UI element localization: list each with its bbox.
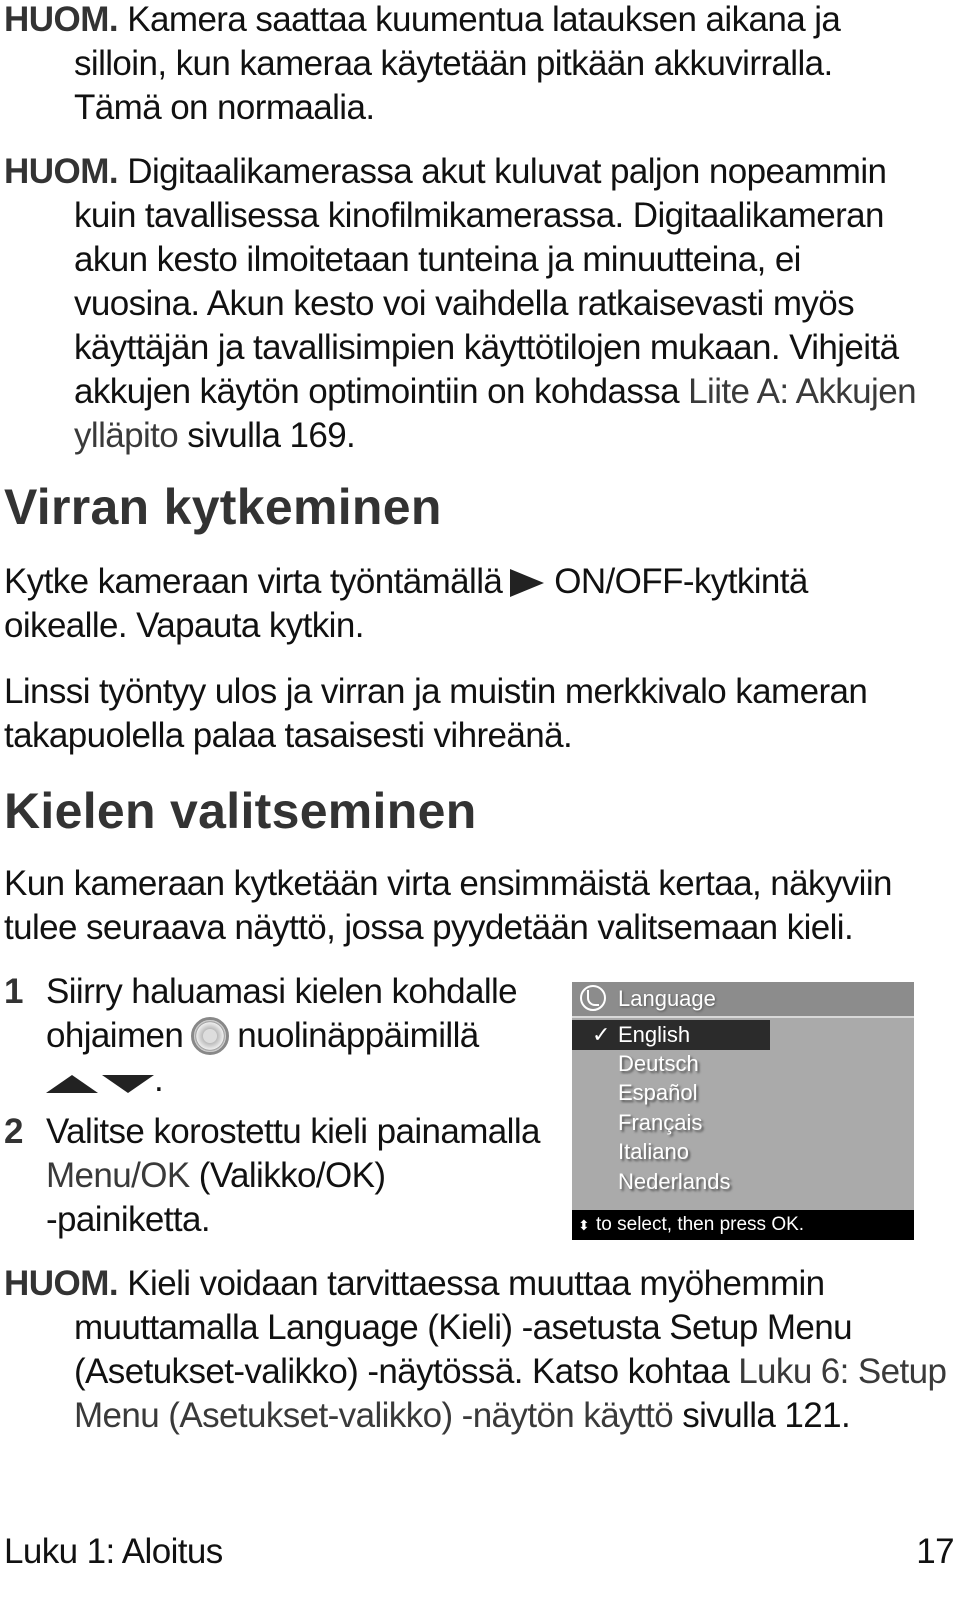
checkmark-icon: ✓: [592, 1022, 611, 1047]
up-arrow-icon: [46, 1074, 98, 1093]
screen-hint-text: to select, then press OK.: [596, 1214, 805, 1235]
arrow-keys: [46, 1060, 154, 1104]
power-switch-icon: [510, 569, 545, 597]
para-line: takapuolella palaa tasaisesti vihreänä.: [4, 716, 573, 755]
screen-hint-bar: ⬍ to select, then press OK.: [572, 1210, 914, 1240]
screen-title-bar: Language: [572, 982, 914, 1018]
note-line: HUOM. Digitaalikamerassa akut kuluvat pa…: [4, 152, 887, 191]
steps-list: 1 Siirry haluamasi kielen kohdalle ohjai…: [4, 970, 564, 1242]
power-paragraph-2: Linssi työntyy ulos ja virran ja muistin…: [4, 670, 954, 758]
note-battery: HUOM. Digitaalikamerassa akut kuluvat pa…: [4, 150, 954, 458]
language-intro: Kun kameraan kytketään virta ensimmäistä…: [4, 862, 954, 950]
step-number: 1: [4, 972, 23, 1011]
note-heat: HUOM. Kamera saattaa kuumentua latauksen…: [4, 0, 954, 130]
step-line: -painiketta.: [46, 1199, 211, 1239]
down-arrow-icon: [102, 1074, 154, 1093]
screen-title: Language: [618, 986, 716, 1011]
note-label: HUOM.: [4, 1264, 119, 1303]
camera-language-screen: Language ✓ English Deutsch Español Franç…: [572, 982, 914, 1240]
note-label: HUOM.: [4, 0, 119, 39]
xref-chapter-6-cont[interactable]: Menu (Asetukset-valikko) -näytön käyttö: [74, 1396, 674, 1435]
note-line: ylläpito sivulla 169.: [74, 416, 356, 455]
note-line: akkujen käytön optimointiin on kohdassa …: [74, 372, 917, 411]
para-line: Kun kameraan kytketään virta ensimmäistä…: [4, 864, 892, 903]
step-line: Valitse korostettu kieli painamalla: [46, 1111, 540, 1151]
globe-icon: [580, 985, 606, 1011]
note-line: Tämä on normaalia.: [74, 88, 375, 127]
xref-chapter-6[interactable]: Luku 6: Setup: [738, 1352, 947, 1391]
xref-appendix-a-cont[interactable]: ylläpito: [74, 416, 179, 455]
step-1: 1 Siirry haluamasi kielen kohdalle ohjai…: [4, 970, 564, 1104]
step-number: 2: [4, 1111, 23, 1151]
para-line: tulee seuraava näyttö, jossa pyydetään v…: [4, 908, 854, 947]
note-change-language: HUOM. Kieli voidaan tarvittaessa muuttaa…: [4, 1262, 954, 1438]
note-line: silloin, kun kameraa käytetään pitkään a…: [74, 44, 833, 83]
step-line: Menu/OK (Valikko/OK): [46, 1155, 386, 1195]
step-line: .: [46, 1058, 564, 1104]
note-line: kuin tavallisessa kinofilmikamerassa. Di…: [74, 196, 884, 235]
chapter-label: Luku 1: Aloitus: [4, 1532, 223, 1571]
step-line: Siirry haluamasi kielen kohdalle: [46, 972, 518, 1011]
para-line: Linssi työntyy ulos ja virran ja muistin…: [4, 672, 868, 711]
step-line: ohjaimen nuolinäppäimillä: [46, 1016, 479, 1055]
controller-pad-icon: [191, 1017, 230, 1055]
note-line: vuosina. Akun kesto voi vaihdella ratkai…: [74, 284, 855, 323]
up-down-arrows-icon: ⬍: [578, 1217, 590, 1233]
section-heading-power: Virran kytkeminen: [4, 479, 442, 535]
page-number: 17: [916, 1532, 954, 1571]
language-option-selected[interactable]: ✓ English: [572, 1020, 770, 1050]
note-line: käyttäjän ja tavallisimpien käyttötiloje…: [74, 328, 899, 367]
note-line: Menu (Asetukset-valikko) -näytön käyttö …: [74, 1396, 851, 1435]
note-line: (Asetukset-valikko) -näytössä. Katso koh…: [74, 1352, 947, 1391]
menu-ok-button-ref: Menu/OK: [46, 1155, 190, 1195]
note-line: HUOM. Kieli voidaan tarvittaessa muuttaa…: [4, 1264, 825, 1303]
note-label: HUOM.: [4, 152, 119, 191]
xref-appendix-a[interactable]: Liite A: Akkujen: [688, 372, 916, 411]
para-line: Kytke kameraan virta työntämällä ON/OFF-k…: [4, 562, 808, 601]
note-line: HUOM. Kamera saattaa kuumentua latauksen…: [4, 0, 841, 39]
para-line: oikealle. Vapauta kytkin.: [4, 606, 364, 645]
note-line: muuttamalla Language (Kieli) -asetusta S…: [74, 1308, 853, 1347]
section-heading-language: Kielen valitseminen: [4, 783, 477, 839]
step-2: 2 Valitse korostettu kieli painamalla Me…: [4, 1110, 564, 1242]
note-line: akun kesto ilmoitetaan tunteina ja minuu…: [74, 240, 801, 279]
power-paragraph-1: Kytke kameraan virta työntämällä ON/OFF-k…: [4, 560, 954, 648]
